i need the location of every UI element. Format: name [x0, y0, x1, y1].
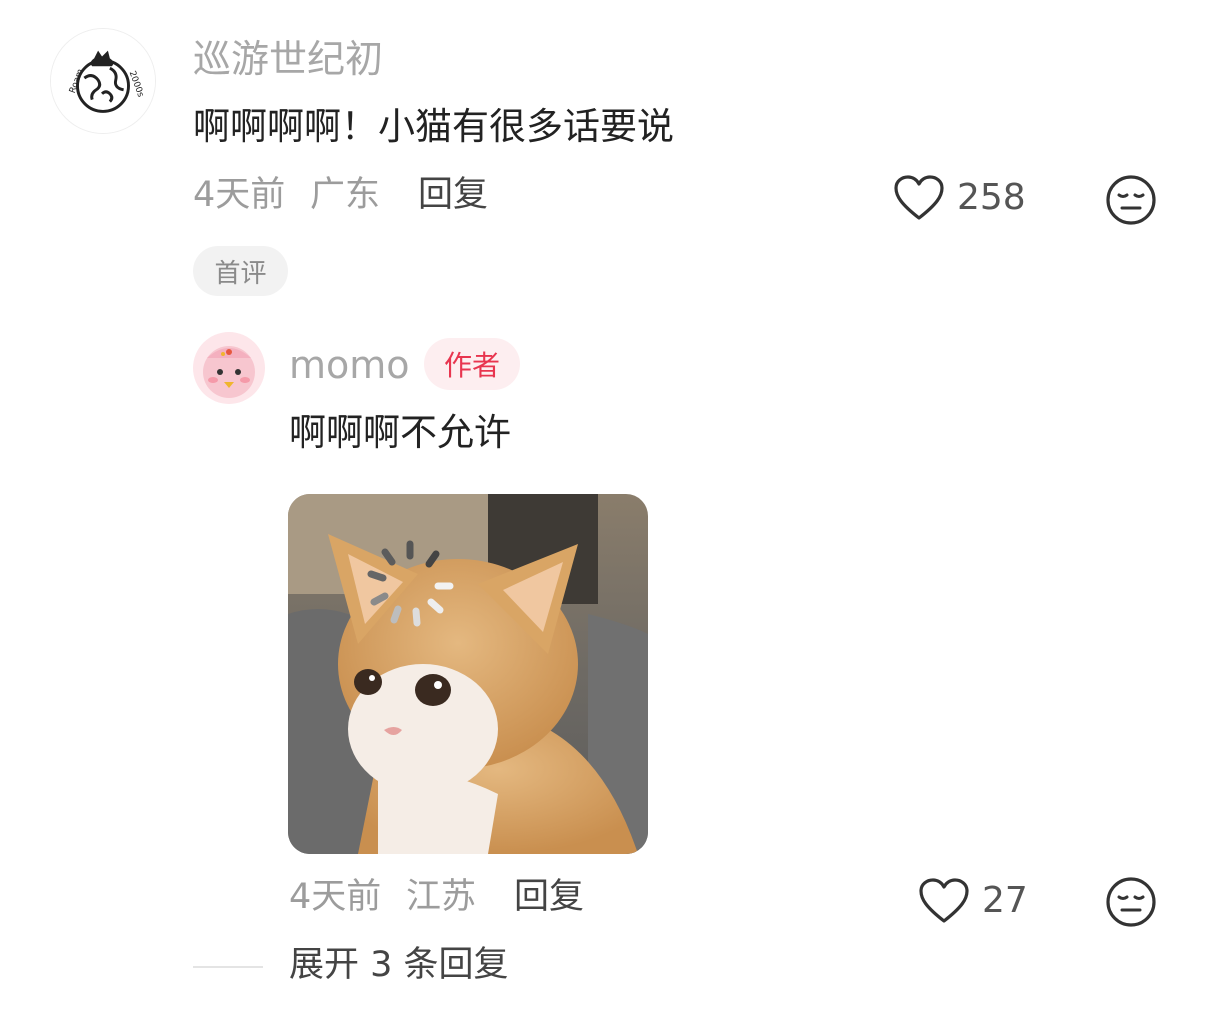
reply-like-count: 27 — [982, 880, 1028, 921]
expand-replies-button[interactable]: 展开 3 条回复 — [289, 948, 509, 983]
reply-image[interactable] — [288, 494, 648, 854]
heart-icon — [919, 878, 969, 923]
reply-like-button[interactable]: 27 — [918, 877, 1028, 925]
replier-avatar[interactable] — [193, 332, 265, 404]
comment-like-button[interactable]: 258 — [893, 174, 1026, 222]
reply-text: 啊啊啊不允许 — [289, 411, 511, 454]
reply-time: 4天前 — [289, 877, 382, 917]
author-badge: 作者 — [424, 338, 520, 390]
commenter-avatar[interactable]: Roam 2000s — [50, 28, 156, 134]
comment-dislike-button[interactable] — [1105, 174, 1157, 226]
first-comment-badge: 首评 — [193, 246, 288, 296]
roam-2000s-globe-icon: Roam 2000s — [51, 29, 155, 133]
meh-face-icon — [1106, 175, 1156, 225]
kitten-loading-image — [288, 494, 648, 854]
pink-bird-icon — [193, 332, 265, 404]
comment-text: 啊啊啊啊！小猫有很多话要说 — [193, 105, 674, 148]
expand-divider — [193, 966, 263, 968]
comment-time: 4天前 — [193, 175, 286, 215]
comment-like-count: 258 — [957, 177, 1026, 218]
comment-reply-button[interactable]: 回复 — [418, 178, 488, 213]
replier-username[interactable]: momo — [289, 346, 410, 384]
meh-face-icon — [1106, 877, 1156, 927]
reply-reply-button[interactable]: 回复 — [514, 880, 584, 915]
commenter-username[interactable]: 巡游世纪初 — [193, 40, 383, 78]
heart-icon — [894, 175, 944, 220]
comment-location: 广东 — [310, 175, 381, 215]
reply-location: 江苏 — [406, 877, 477, 917]
reply-dislike-button[interactable] — [1105, 876, 1157, 928]
